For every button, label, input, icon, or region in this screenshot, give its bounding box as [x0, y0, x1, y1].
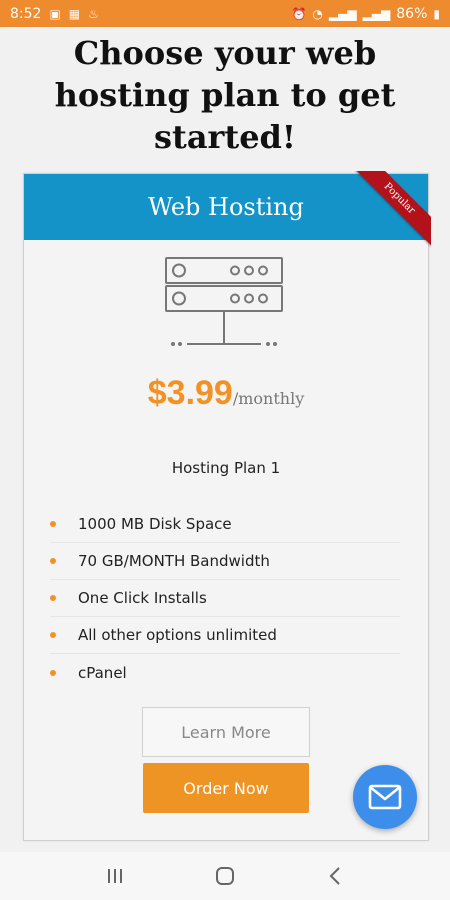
order-now-button[interactable]: Order Now [143, 763, 309, 813]
wifi-icon: ◔ [312, 6, 323, 21]
ribbon-label: Popular [349, 171, 431, 249]
feature-label: One Click Installs [78, 589, 207, 607]
feature-list: 1000 MB Disk Space 70 GB/MONTH Bandwidth… [50, 506, 400, 691]
status-time: 8:52 [10, 5, 42, 22]
bullet-icon [50, 595, 56, 601]
battery-level: 86% [396, 5, 428, 22]
status-right: ⏰ ◔ ▂▄▆ ▂▄▆ 86% ▮ [291, 6, 440, 22]
alarm-icon: ⏰ [291, 6, 307, 21]
order-now-label: Order Now [183, 778, 269, 798]
contact-fab[interactable] [353, 765, 417, 829]
image-icon: ▦ [68, 6, 81, 21]
home-button[interactable] [205, 856, 245, 896]
feature-item: All other options unlimited [50, 617, 400, 654]
recent-apps-button[interactable] [95, 856, 135, 896]
feature-item: 70 GB/MONTH Bandwidth [50, 543, 400, 580]
plan-title: Web Hosting [148, 193, 304, 221]
bullet-icon [50, 669, 56, 676]
learn-more-button[interactable]: Learn More [142, 707, 310, 757]
back-icon [329, 867, 340, 885]
feature-label: 1000 MB Disk Space [78, 515, 232, 533]
feature-label: 70 GB/MONTH Bandwidth [78, 552, 270, 570]
status-left: 8:52 ▣ ▦ ♨ [10, 6, 99, 22]
server-icon [165, 257, 283, 346]
notification-icon: ♨ [88, 6, 99, 21]
feature-label: All other options unlimited [78, 626, 277, 644]
price-period: /monthly [232, 389, 305, 408]
feature-item: 1000 MB Disk Space [50, 506, 400, 543]
mail-icon [368, 784, 402, 810]
bullet-icon [50, 521, 56, 527]
popular-ribbon: Popular [349, 171, 431, 253]
back-button[interactable] [315, 856, 355, 896]
home-icon [216, 867, 234, 885]
bullet-icon [50, 632, 56, 638]
signal-icon: ▂▄▆ [362, 6, 391, 21]
battery-icon: ▮ [433, 6, 440, 21]
plan-price: $3.99/monthly [24, 374, 428, 413]
feature-item: One Click Installs [50, 580, 400, 617]
navigation-bar [0, 852, 450, 900]
feature-label: cPanel [78, 663, 127, 682]
page-title: Choose your web hosting plan to get star… [54, 34, 396, 156]
status-bar: 8:52 ▣ ▦ ♨ ⏰ ◔ ▂▄▆ ▂▄▆ 86% ▮ [0, 0, 450, 27]
feature-item: cPanel [50, 654, 400, 691]
plan-name: Hosting Plan 1 [171, 459, 281, 477]
bullet-icon [50, 558, 56, 564]
price-amount: $3.99 [147, 374, 233, 412]
learn-more-label: Learn More [181, 722, 271, 742]
plan-card: Web Hosting Popular $3.99/monthly Hostin… [23, 171, 431, 841]
recent-apps-icon [108, 869, 122, 883]
messages-icon: ▣ [49, 6, 61, 21]
signal-icon: ▂▄▆ [328, 6, 357, 21]
